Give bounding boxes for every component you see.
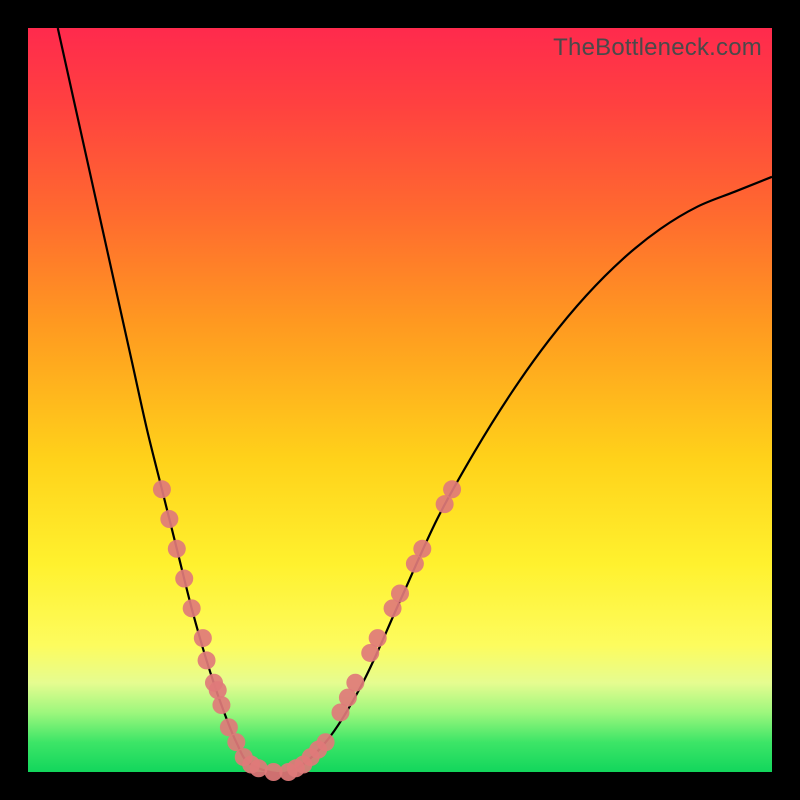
data-marker <box>183 599 201 617</box>
data-marker <box>369 629 387 647</box>
bottleneck-curve <box>58 28 772 773</box>
data-marker <box>160 510 178 528</box>
data-marker <box>194 629 212 647</box>
data-marker <box>153 480 171 498</box>
data-marker <box>175 570 193 588</box>
data-marker <box>346 674 364 692</box>
curve-layer <box>28 28 772 772</box>
data-marker <box>413 540 431 558</box>
data-marker <box>443 480 461 498</box>
frame: TheBottleneck.com <box>0 0 800 800</box>
data-marker <box>391 584 409 602</box>
data-marker <box>168 540 186 558</box>
data-marker <box>212 696 230 714</box>
plot-area: TheBottleneck.com <box>28 28 772 772</box>
marker-group <box>153 480 461 781</box>
data-marker <box>317 733 335 751</box>
data-marker <box>198 651 216 669</box>
